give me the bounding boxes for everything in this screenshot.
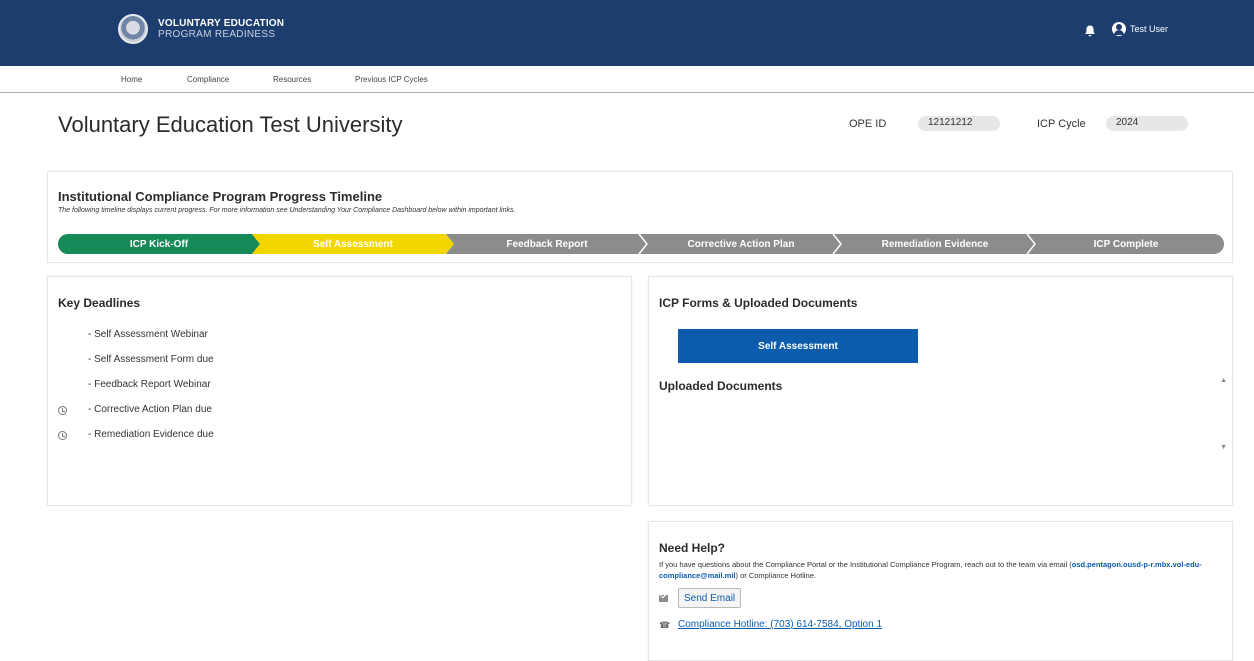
- timeline-step-label: Feedback Report: [506, 238, 588, 250]
- scroll-down-arrow-icon[interactable]: ▼: [1220, 444, 1227, 451]
- timeline-step-icp-complete: ICP Complete: [1028, 234, 1224, 254]
- send-email-button[interactable]: Send Email: [678, 588, 742, 608]
- help-text: If you have questions about the Complian…: [659, 559, 1224, 581]
- icp-forms-card: ICP Forms & Uploaded Documents Self Asse…: [648, 276, 1233, 506]
- nav-previous-icp-cycles[interactable]: Previous ICP Cycles: [355, 75, 428, 84]
- help-text-after: ) or Compliance Hotline.: [735, 571, 816, 580]
- page-title: Voluntary Education Test University: [58, 112, 403, 137]
- icp-cycle-label: ICP Cycle: [1037, 118, 1086, 130]
- timeline-step-remediation-evidence: Remediation Evidence: [834, 234, 1036, 254]
- user-name: Test User: [1130, 24, 1169, 34]
- timeline-step-label: Remediation Evidence: [881, 238, 989, 250]
- scroll-up-arrow-icon[interactable]: ▲: [1220, 377, 1227, 384]
- compliance-hotline-link[interactable]: Compliance Hotline: (703) 614-7584, Opti…: [678, 619, 882, 630]
- timeline-step-label: ICP Kick-Off: [129, 238, 189, 250]
- forms-title: ICP Forms & Uploaded Documents: [659, 296, 858, 310]
- mail-icon: [659, 595, 668, 602]
- clock-icon: [58, 406, 67, 415]
- brand-subtitle: PROGRAM READINESS: [158, 29, 276, 40]
- user-menu[interactable]: Test User: [1112, 22, 1168, 36]
- user-avatar-icon: [1112, 22, 1126, 36]
- brand-text: VOLUNTARY EDUCATION PROGRAM READINESS: [158, 18, 284, 40]
- notification-bell-icon[interactable]: [1083, 24, 1097, 38]
- deadline-item: - Remediation Evidence due: [88, 429, 214, 440]
- nav-home[interactable]: Home: [121, 75, 142, 84]
- main-nav: Home Compliance Resources Previous ICP C…: [0, 66, 1254, 93]
- nav-compliance[interactable]: Compliance: [187, 75, 229, 84]
- timeline-subtitle: The following timeline displays current …: [58, 207, 516, 214]
- timeline-title: Institutional Compliance Program Progres…: [58, 189, 383, 204]
- timeline-step-icp-kick-off: ICP Kick-Off: [58, 234, 260, 254]
- ope-id-label: OPE ID: [849, 118, 887, 130]
- deadline-item: - Self Assessment Form due: [88, 354, 214, 365]
- dod-seal-icon: [118, 14, 148, 44]
- nav-resources[interactable]: Resources: [273, 75, 311, 84]
- need-help-card: Need Help? If you have questions about t…: [648, 521, 1233, 661]
- deadline-item: - Corrective Action Plan due: [88, 404, 212, 415]
- top-header: VOLUNTARY EDUCATION PROGRAM READINESS Te…: [0, 0, 1254, 66]
- key-deadlines-title: Key Deadlines: [58, 296, 141, 310]
- deadline-item: - Self Assessment Webinar: [88, 329, 208, 340]
- clock-icon: [58, 431, 67, 440]
- timeline-step-self-assessment: Self Assessment: [252, 234, 454, 254]
- timeline-step-corrective-action-plan: Corrective Action Plan: [640, 234, 842, 254]
- brand-title: VOLUNTARY EDUCATION: [158, 18, 285, 29]
- phone-icon: ☎: [659, 620, 671, 630]
- deadline-item: - Feedback Report Webinar: [88, 379, 211, 390]
- key-deadlines-card: Key Deadlines - Self Assessment Webinar …: [47, 276, 632, 506]
- timeline-step-label: Corrective Action Plan: [687, 238, 795, 250]
- help-title: Need Help?: [659, 541, 726, 555]
- icp-cycle-value: 2024: [1106, 116, 1188, 131]
- brand-logo-link[interactable]: VOLUNTARY EDUCATION PROGRAM READINESS: [118, 14, 284, 44]
- help-text-before: If you have questions about the Complian…: [659, 560, 1072, 569]
- ope-id-value: 12121212: [918, 116, 1000, 131]
- timeline-step-feedback-report: Feedback Report: [446, 234, 648, 254]
- timeline-step-label: Self Assessment: [313, 238, 393, 250]
- progress-timeline-card: Institutional Compliance Program Progres…: [47, 171, 1233, 263]
- uploaded-documents-title: Uploaded Documents: [659, 379, 783, 393]
- self-assessment-button[interactable]: Self Assessment: [678, 329, 918, 363]
- timeline-step-label: ICP Complete: [1093, 238, 1159, 250]
- timeline-bar: ICP Kick-Off Self Assessment Feedback Re…: [58, 234, 1224, 254]
